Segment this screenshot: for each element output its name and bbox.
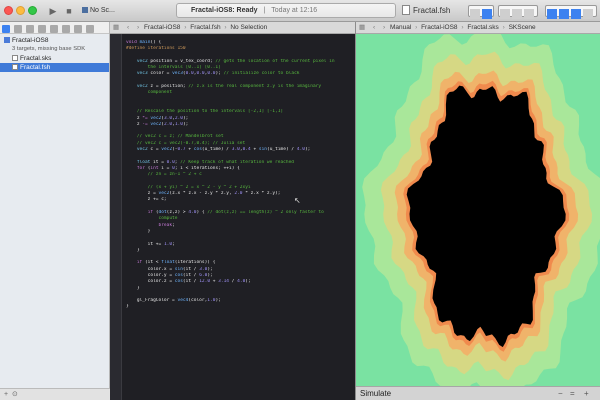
file-icon (12, 55, 18, 61)
debug-toggle-icon[interactable] (559, 9, 569, 19)
zoom-reset-icon[interactable]: = (570, 387, 575, 400)
back-arrow-icon[interactable]: ‹ (373, 24, 375, 31)
project-navigator-icon[interactable] (2, 25, 10, 33)
jump-bar-file[interactable]: Fractal.sks (467, 24, 498, 31)
jump-bar-mode[interactable]: Manual (390, 24, 411, 31)
code-line[interactable]: } (126, 304, 354, 310)
grid-icon[interactable]: ▦ (113, 24, 119, 31)
version-blame-icon[interactable] (524, 9, 534, 19)
run-icon[interactable]: ▶ (46, 4, 60, 18)
minimize-window-button[interactable] (16, 6, 25, 15)
activity-project: Fractal-iOS8: (191, 7, 235, 14)
stop-icon[interactable]: ■ (62, 4, 76, 18)
file-icon (12, 64, 18, 70)
library-toggle-icon[interactable] (583, 9, 593, 19)
forward-arrow-icon[interactable]: › (383, 24, 385, 31)
activity-time: Today at 12:16 (271, 7, 318, 14)
file-icon (402, 5, 410, 15)
nav-file-label: Fractal.sks (20, 55, 52, 62)
zoom-out-icon[interactable]: − (558, 387, 563, 400)
preview-footer: Simulate − = + (356, 386, 600, 400)
version-log-icon[interactable] (512, 9, 522, 19)
debug-navigator-icon[interactable] (62, 25, 70, 33)
activity-status: Ready (236, 7, 258, 14)
utilities-toggle-icon[interactable] (571, 9, 581, 19)
editor-version-control[interactable] (498, 5, 538, 19)
nav-item-fractal-fsh[interactable]: Fractal.fsh (0, 63, 109, 72)
issue-navigator-icon[interactable] (38, 25, 46, 33)
jump-bar-file[interactable]: Fractal.fsh (190, 24, 220, 31)
nav-item-project[interactable]: Fractal-iOS8 (0, 36, 109, 45)
zoom-window-button[interactable] (28, 6, 37, 15)
grid-icon[interactable]: ▦ (359, 24, 365, 31)
nav-project-label: Fractal-iOS8 (12, 37, 49, 44)
nav-file-label: Fractal.fsh (20, 64, 51, 71)
scene-preview[interactable] (356, 34, 600, 386)
scheme-selector[interactable]: No Sc... (82, 5, 124, 17)
report-navigator-icon[interactable] (86, 25, 94, 33)
symbol-navigator-icon[interactable] (14, 25, 22, 33)
close-window-button[interactable] (4, 6, 13, 15)
navigator-filter-bar[interactable]: + ⊙ (0, 388, 110, 400)
navigator-tabs (0, 22, 109, 34)
simulate-label[interactable]: Simulate (360, 389, 391, 398)
mouse-cursor-icon: ↖ (294, 196, 301, 205)
toolbar-file-tab[interactable]: Fractal.fsh (402, 4, 450, 18)
navigator-toggle-icon[interactable] (547, 9, 557, 19)
shader-source-code[interactable]: void main() {#define iterations 150 vec2… (126, 40, 354, 311)
assistant-editor-icon[interactable] (482, 9, 492, 19)
find-navigator-icon[interactable] (26, 25, 34, 33)
forward-arrow-icon[interactable]: › (137, 24, 139, 31)
preview-jump-bar: ▦ ‹ › Manual › Fractal-iOS8 › Fractal.sk… (356, 22, 600, 34)
version-editor-icon[interactable] (500, 9, 510, 19)
line-number-gutter[interactable] (110, 34, 122, 400)
breakpoint-navigator-icon[interactable] (74, 25, 82, 33)
fractal-render (362, 34, 600, 386)
window-toolbar: ▶ ■ No Sc... Fractal-iOS8: Ready | Today… (0, 0, 600, 22)
jump-bar-project[interactable]: Fractal-iOS8 (144, 24, 180, 31)
editor-jump-bar: ▦ ‹ › Fractal-iOS8 › Fractal.fsh › No Se… (110, 22, 355, 34)
view-toggles[interactable] (545, 5, 597, 19)
jump-bar-scene[interactable]: SKScene (509, 24, 536, 31)
code-editor[interactable]: void main() {#define iterations 150 vec2… (110, 34, 355, 400)
xcode-project-icon (4, 37, 10, 43)
project-navigator: Fractal-iOS8 3 targets, missing base SDK… (0, 22, 110, 400)
zoom-in-icon[interactable]: + (584, 387, 589, 400)
nav-project-subtitle: 3 targets, missing base SDK (12, 46, 86, 52)
toolbar-file-label: Fractal.fsh (413, 6, 451, 15)
standard-editor-icon[interactable] (470, 9, 480, 19)
back-arrow-icon[interactable]: ‹ (127, 24, 129, 31)
test-navigator-icon[interactable] (50, 25, 58, 33)
activity-viewer: Fractal-iOS8: Ready | Today at 12:16 (176, 3, 396, 18)
editor-mode-control[interactable] (468, 5, 494, 19)
jump-bar-tail[interactable]: No Selection (230, 24, 267, 31)
jump-bar-project[interactable]: Fractal-iOS8 (421, 24, 457, 31)
nav-item-fractal-sks[interactable]: Fractal.sks (0, 54, 109, 63)
